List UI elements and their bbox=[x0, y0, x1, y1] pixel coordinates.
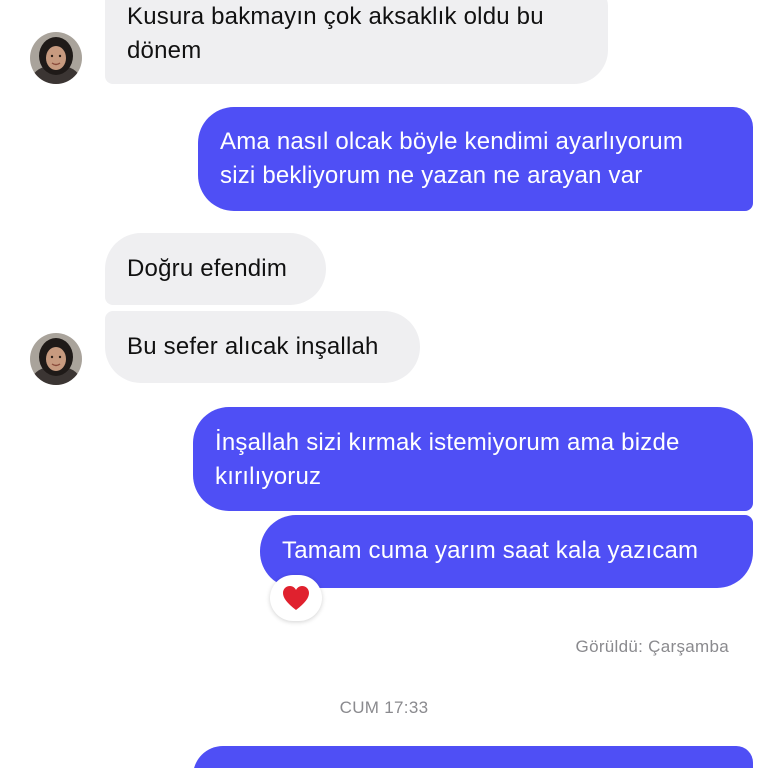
outgoing-message[interactable]: Ama nasıl olcak böyle kendimi ayarlıyoru… bbox=[198, 107, 753, 211]
reaction-badge[interactable] bbox=[270, 575, 322, 621]
timestamp-divider: CUM 17:33 bbox=[339, 698, 429, 717]
chat-thread: Kusura bakmayın çok aksaklık oldu bu dön… bbox=[0, 0, 768, 768]
outgoing-message[interactable]: Tamam cuma yarım saat kala yazıcam bbox=[260, 515, 753, 588]
outgoing-message[interactable]: İnşallah sizi kırmak istemiyorum ama biz… bbox=[193, 407, 753, 511]
message-text-line: dönem bbox=[127, 37, 202, 64]
message-text-line: Bu sefer alıcak inşallah bbox=[127, 333, 379, 360]
message-text-line: Doğru efendim bbox=[127, 255, 288, 282]
incoming-message[interactable]: Doğru efendim bbox=[105, 233, 326, 305]
avatar-photo bbox=[30, 333, 82, 385]
message-text-line: Kusura bakmayın çok aksaklık oldu bu bbox=[127, 3, 544, 30]
message-text-line: İnşallah sizi kırmak istemiyorum ama biz… bbox=[215, 429, 680, 456]
message-text-line: kırılıyoruz bbox=[215, 463, 322, 490]
heart-icon bbox=[283, 586, 309, 610]
incoming-message[interactable]: Bu sefer alıcak inşallah bbox=[105, 311, 420, 383]
message-text-line: Tamam cuma yarım saat kala yazıcam bbox=[282, 537, 699, 564]
message-text-line: Ama nasıl olcak böyle kendimi ayarlıyoru… bbox=[220, 128, 684, 155]
seen-status: Görüldü: Çarşamba bbox=[575, 637, 729, 656]
contact-avatar[interactable] bbox=[30, 333, 82, 385]
incoming-message[interactable]: Kusura bakmayın çok aksaklık oldu bu dön… bbox=[105, 0, 608, 84]
avatar-photo bbox=[30, 32, 82, 84]
outgoing-message[interactable] bbox=[193, 746, 753, 768]
contact-avatar[interactable] bbox=[30, 32, 82, 84]
message-text-line: sizi bekliyorum ne yazan ne arayan var bbox=[220, 162, 643, 189]
